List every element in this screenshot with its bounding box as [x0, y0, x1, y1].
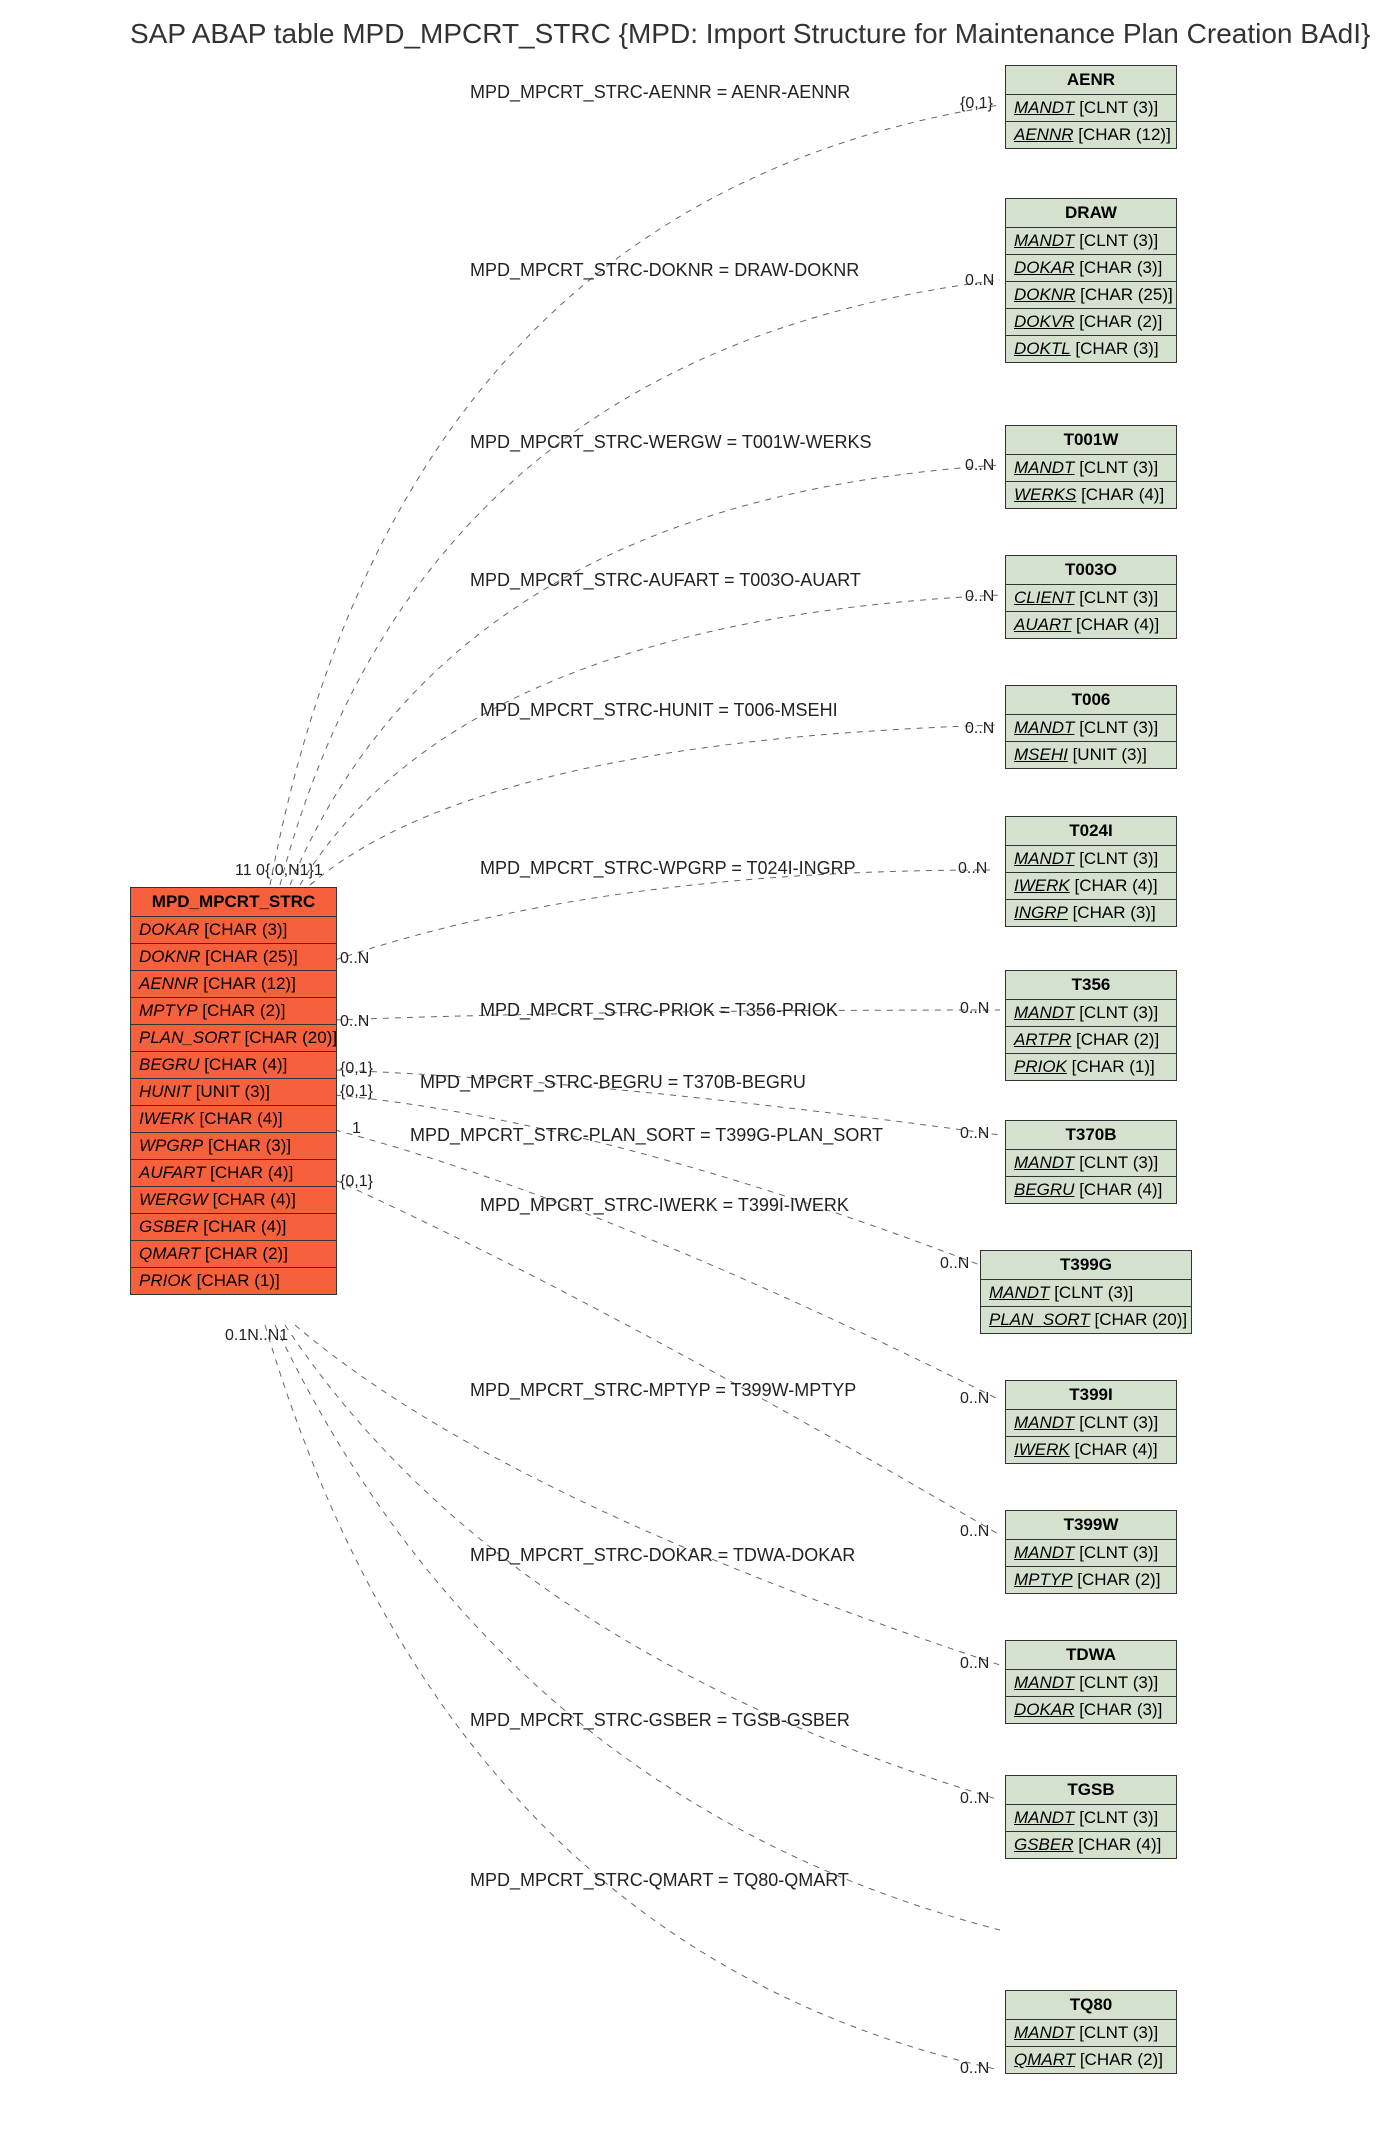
entity-tgsb: TGSB MANDT [CLNT (3)] GSBER [CHAR (4)] [1005, 1775, 1177, 1859]
relation-label: MPD_MPCRT_STRC-QMART = TQ80-QMART [470, 1870, 849, 1891]
relation-label: MPD_MPCRT_STRC-DOKNR = DRAW-DOKNR [470, 260, 859, 281]
cardinality-left: 0..N [340, 950, 369, 968]
relation-label: MPD_MPCRT_STRC-AUFART = T003O-AUART [470, 570, 861, 591]
cardinality-right: 0..N [965, 272, 994, 290]
relation-label: MPD_MPCRT_STRC-IWERK = T399I-IWERK [480, 1195, 849, 1216]
relation-label: MPD_MPCRT_STRC-HUNIT = T006-MSEHI [480, 700, 838, 721]
entity-field: WPGRP [CHAR (3)] [131, 1133, 336, 1160]
relation-label: MPD_MPCRT_STRC-DOKAR = TDWA-DOKAR [470, 1545, 855, 1566]
entity-t024i: T024I MANDT [CLNT (3)] IWERK [CHAR (4)] … [1005, 816, 1177, 927]
entity-tq80: TQ80 MANDT [CLNT (3)] QMART [CHAR (2)] [1005, 1990, 1177, 2074]
relation-label: MPD_MPCRT_STRC-PRIOK = T356-PRIOK [480, 1000, 838, 1021]
cardinality-right: 0..N [958, 860, 987, 878]
entity-tdwa: TDWA MANDT [CLNT (3)] DOKAR [CHAR (3)] [1005, 1640, 1177, 1724]
cardinality-left: 1 [352, 1120, 361, 1138]
relation-label: MPD_MPCRT_STRC-WERGW = T001W-WERKS [470, 432, 872, 453]
cardinality-right: 0..N [965, 457, 994, 475]
entity-field: AUFART [CHAR (4)] [131, 1160, 336, 1187]
entity-field: AENNR [CHAR (12)] [131, 971, 336, 998]
entity-t399w: T399W MANDT [CLNT (3)] MPTYP [CHAR (2)] [1005, 1510, 1177, 1594]
entity-main: MPD_MPCRT_STRC DOKAR [CHAR (3)] DOKNR [C… [130, 887, 337, 1295]
relation-label: MPD_MPCRT_STRC-BEGRU = T370B-BEGRU [420, 1072, 806, 1093]
entity-field: MPTYP [CHAR (2)] [131, 998, 336, 1025]
entity-t003o: T003O CLIENT [CLNT (3)] AUART [CHAR (4)] [1005, 555, 1177, 639]
cardinality-right: {0,1} [960, 95, 993, 113]
entity-main-header: MPD_MPCRT_STRC [131, 888, 336, 917]
entity-draw: DRAW MANDT [CLNT (3)] DOKAR [CHAR (3)] D… [1005, 198, 1177, 363]
entity-t370b: T370B MANDT [CLNT (3)] BEGRU [CHAR (4)] [1005, 1120, 1177, 1204]
cardinality-right: 0..N [940, 1255, 969, 1273]
relation-label: MPD_MPCRT_STRC-AENNR = AENR-AENNR [470, 82, 850, 103]
cardinality-left-group: 11 0{.0,N1}1 [235, 862, 323, 880]
entity-aenr: AENR MANDT [CLNT (3)] AENNR [CHAR (12)] [1005, 65, 1177, 149]
cardinality-right: 0..N [960, 1790, 989, 1808]
relation-label: MPD_MPCRT_STRC-MPTYP = T399W-MPTYP [470, 1380, 856, 1401]
cardinality-left: {0,1} [340, 1060, 373, 1078]
entity-field: QMART [CHAR (2)] [131, 1241, 336, 1268]
relation-label: MPD_MPCRT_STRC-PLAN_SORT = T399G-PLAN_SO… [410, 1125, 883, 1146]
cardinality-left: {0,1} [340, 1083, 373, 1101]
cardinality-bottom-group: 0.1N..N1 [225, 1327, 288, 1345]
entity-field: DOKNR [CHAR (25)] [131, 944, 336, 971]
cardinality-left: 0..N [340, 1013, 369, 1031]
relation-label: MPD_MPCRT_STRC-WPGRP = T024I-INGRP [480, 858, 856, 879]
entity-field: PRIOK [CHAR (1)] [131, 1268, 336, 1294]
entity-field: BEGRU [CHAR (4)] [131, 1052, 336, 1079]
cardinality-right: 0..N [965, 588, 994, 606]
cardinality-right: 0..N [960, 2060, 989, 2078]
entity-field: PLAN_SORT [CHAR (20)] [131, 1025, 336, 1052]
entity-t399i: T399I MANDT [CLNT (3)] IWERK [CHAR (4)] [1005, 1380, 1177, 1464]
cardinality-right: 0..N [960, 1125, 989, 1143]
entity-field: WERGW [CHAR (4)] [131, 1187, 336, 1214]
cardinality-right: 0..N [960, 1655, 989, 1673]
entity-field: HUNIT [UNIT (3)] [131, 1079, 336, 1106]
entity-t356: T356 MANDT [CLNT (3)] ARTPR [CHAR (2)] P… [1005, 970, 1177, 1081]
entity-field: DOKAR [CHAR (3)] [131, 917, 336, 944]
cardinality-right: 0..N [960, 1000, 989, 1018]
entity-t006: T006 MANDT [CLNT (3)] MSEHI [UNIT (3)] [1005, 685, 1177, 769]
page-title: SAP ABAP table MPD_MPCRT_STRC {MPD: Impo… [130, 18, 1370, 50]
entity-field: IWERK [CHAR (4)] [131, 1106, 336, 1133]
entity-t001w: T001W MANDT [CLNT (3)] WERKS [CHAR (4)] [1005, 425, 1177, 509]
entity-field: GSBER [CHAR (4)] [131, 1214, 336, 1241]
cardinality-right: 0..N [965, 720, 994, 738]
relation-label: MPD_MPCRT_STRC-GSBER = TGSB-GSBER [470, 1710, 850, 1731]
entity-t399g: T399G MANDT [CLNT (3)] PLAN_SORT [CHAR (… [980, 1250, 1192, 1334]
cardinality-right: 0..N [960, 1523, 989, 1541]
cardinality-left: {0,1} [340, 1173, 373, 1191]
cardinality-right: 0..N [960, 1390, 989, 1408]
